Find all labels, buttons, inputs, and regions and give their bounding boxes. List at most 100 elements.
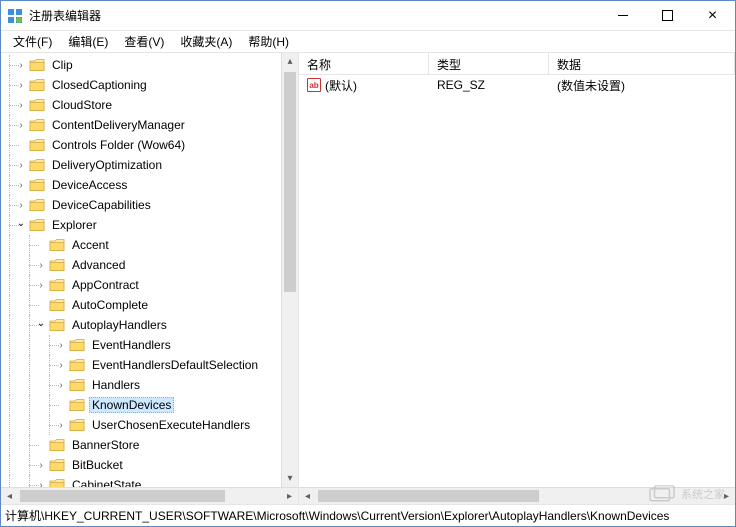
tree-item-deviceaccess[interactable]: › DeviceAccess — [1, 175, 281, 195]
tree-horizontal-scrollbar[interactable]: ◂ ▸ — [1, 487, 298, 504]
tree-item-deliveryoptimization[interactable]: ›DeliveryOptimization — [1, 155, 281, 175]
scroll-right-icon[interactable]: ▸ — [718, 488, 735, 505]
tree-item-label: ContentDeliveryManager — [49, 117, 188, 133]
chevron-right-icon[interactable]: › — [15, 100, 27, 111]
folder-icon — [69, 378, 85, 392]
tree-item-label: Advanced — [69, 257, 128, 273]
tree-item-cabinetstate[interactable]: › CabinetState — [1, 475, 281, 487]
chevron-right-icon[interactable]: › — [15, 60, 27, 71]
tree-item-clip[interactable]: › Clip — [1, 55, 281, 75]
folder-icon — [29, 118, 45, 132]
chevron-right-icon[interactable]: › — [55, 380, 67, 391]
app-icon — [7, 8, 23, 24]
menu-file[interactable]: 文件(F) — [5, 31, 60, 52]
scroll-down-icon[interactable]: ▾ — [282, 470, 298, 487]
registry-tree: ›Clip›ClosedCaptioning›CloudStore›Conten… — [1, 53, 281, 487]
tree-item-bannerstore[interactable]: ›BannerStore — [1, 435, 281, 455]
tree-item-appcontract[interactable]: ›AppContract — [1, 275, 281, 295]
scroll-left-icon[interactable]: ◂ — [299, 488, 316, 505]
scroll-left-icon[interactable]: ◂ — [1, 488, 18, 505]
tree-scroll-area[interactable]: ›Clip›ClosedCaptioning›CloudStore›Conten… — [1, 53, 281, 487]
folder-icon — [49, 238, 65, 252]
menu-help[interactable]: 帮助(H) — [240, 31, 297, 52]
list-horizontal-scrollbar[interactable]: ◂ ▸ — [299, 487, 735, 504]
chevron-right-icon[interactable]: › — [15, 200, 27, 211]
maximize-button[interactable] — [645, 1, 690, 30]
tree-item-label: BannerStore — [69, 437, 142, 453]
tree-item-cloudstore[interactable]: › CloudStore — [1, 95, 281, 115]
tree-item-bitbucket[interactable]: › BitBucket — [1, 455, 281, 475]
folder-icon — [29, 98, 45, 112]
tree-item-label: AutoplayHandlers — [69, 317, 170, 333]
tree-item-advanced[interactable]: › Advanced — [1, 255, 281, 275]
chevron-right-icon[interactable]: › — [35, 480, 47, 488]
column-data[interactable]: 数据 — [549, 53, 735, 74]
tree-item-label: DeviceCapabilities — [49, 197, 154, 213]
folder-icon — [49, 478, 65, 487]
menu-view[interactable]: 查看(V) — [116, 31, 172, 52]
string-value-icon: ab — [307, 78, 321, 92]
column-name[interactable]: 名称 — [299, 53, 429, 74]
scroll-right-icon[interactable]: ▸ — [281, 488, 298, 505]
chevron-right-icon[interactable]: › — [55, 360, 67, 371]
tree-item-knowndevices[interactable]: ›KnownDevices — [1, 395, 281, 415]
status-bar: 计算机\HKEY_CURRENT_USER\SOFTWARE\Microsoft… — [1, 504, 735, 526]
tree-item-devicecapabilities[interactable]: › DeviceCapabilities — [1, 195, 281, 215]
folder-icon — [69, 398, 85, 412]
folder-icon — [69, 418, 85, 432]
value-row[interactable]: ab(默认)REG_SZ(数值未设置) — [299, 75, 735, 95]
tree-item-label: Explorer — [49, 217, 100, 233]
menu-favorites[interactable]: 收藏夹(A) — [172, 31, 240, 52]
value-name: (默认) — [325, 77, 357, 94]
tree-item-label: EventHandlersDefaultSelection — [89, 357, 261, 373]
tree-vertical-scrollbar[interactable]: ▴ ▾ — [281, 53, 298, 487]
values-list[interactable]: ab(默认)REG_SZ(数值未设置) — [299, 75, 735, 487]
folder-icon — [29, 58, 45, 72]
tree-item-label: DeviceAccess — [49, 177, 130, 193]
chevron-down-icon[interactable]: ⌄ — [15, 218, 27, 229]
chevron-right-icon[interactable]: › — [15, 160, 27, 171]
column-type[interactable]: 类型 — [429, 53, 549, 74]
tree-item-handlers[interactable]: ›Handlers — [1, 375, 281, 395]
chevron-right-icon[interactable]: › — [55, 340, 67, 351]
folder-icon — [29, 198, 45, 212]
tree-item-eventhandlers[interactable]: ›EventHandlers — [1, 335, 281, 355]
tree-item-autoplayhandlers[interactable]: ⌄ AutoplayHandlers — [1, 315, 281, 335]
tree-item-label: BitBucket — [69, 457, 126, 473]
folder-icon — [29, 218, 45, 232]
status-path: 计算机\HKEY_CURRENT_USER\SOFTWARE\Microsoft… — [5, 507, 669, 524]
folder-icon — [29, 78, 45, 92]
menu-edit[interactable]: 编辑(E) — [60, 31, 116, 52]
tree-item-closedcaptioning[interactable]: ›ClosedCaptioning — [1, 75, 281, 95]
folder-icon — [49, 298, 65, 312]
tree-item-eventhandlersdefaultselection[interactable]: › EventHandlersDefaultSelection — [1, 355, 281, 375]
tree-item-label: KnownDevices — [89, 397, 174, 413]
tree-item-explorer[interactable]: ⌄ Explorer — [1, 215, 281, 235]
list-header: 名称 类型 数据 — [299, 53, 735, 75]
folder-icon — [29, 158, 45, 172]
value-data: (数值未设置) — [549, 77, 735, 94]
chevron-right-icon[interactable]: › — [15, 120, 27, 131]
folder-icon — [49, 278, 65, 292]
close-button[interactable]: × — [690, 1, 735, 30]
tree-panel: ›Clip›ClosedCaptioning›CloudStore›Conten… — [1, 53, 299, 504]
tree-item-autocomplete[interactable]: ›AutoComplete — [1, 295, 281, 315]
folder-icon — [69, 358, 85, 372]
chevron-right-icon[interactable]: › — [55, 420, 67, 431]
tree-item-label: AutoComplete — [69, 297, 151, 313]
chevron-right-icon[interactable]: › — [35, 280, 47, 291]
tree-item-controls-folder-wow64-[interactable]: ›Controls Folder (Wow64) — [1, 135, 281, 155]
tree-item-label: Clip — [49, 57, 76, 73]
tree-item-label: CabinetState — [69, 477, 144, 487]
minimize-button[interactable] — [600, 1, 645, 30]
chevron-down-icon[interactable]: ⌄ — [35, 318, 47, 329]
tree-item-contentdeliverymanager[interactable]: › ContentDeliveryManager — [1, 115, 281, 135]
chevron-right-icon[interactable]: › — [15, 80, 27, 91]
tree-item-label: CloudStore — [49, 97, 115, 113]
scroll-up-icon[interactable]: ▴ — [282, 53, 298, 70]
chevron-right-icon[interactable]: › — [15, 180, 27, 191]
tree-item-userchosenexecutehandlers[interactable]: ›UserChosenExecuteHandlers — [1, 415, 281, 435]
chevron-right-icon[interactable]: › — [35, 460, 47, 471]
chevron-right-icon[interactable]: › — [35, 260, 47, 271]
tree-item-accent[interactable]: ›Accent — [1, 235, 281, 255]
